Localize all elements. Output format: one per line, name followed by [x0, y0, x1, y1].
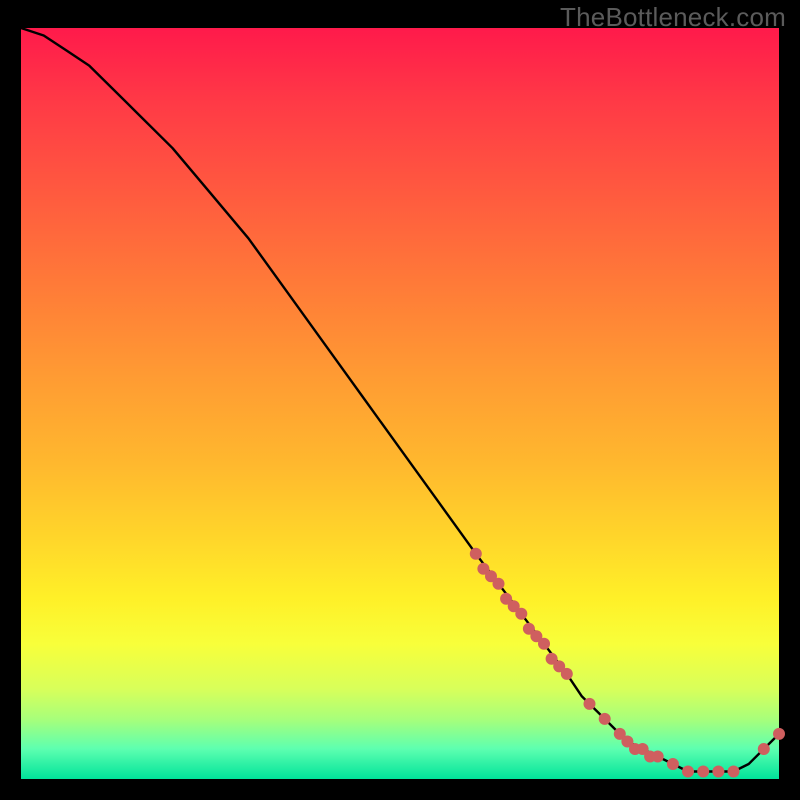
- chart-frame: TheBottleneck.com: [0, 0, 800, 800]
- data-point: [515, 608, 527, 620]
- plot-area: [21, 28, 779, 779]
- chart-svg: [21, 28, 779, 779]
- data-point: [758, 743, 770, 755]
- data-point: [667, 758, 679, 770]
- data-points-group: [470, 548, 785, 778]
- data-point: [584, 698, 596, 710]
- data-point: [712, 766, 724, 778]
- data-point: [697, 766, 709, 778]
- data-point: [599, 713, 611, 725]
- data-point: [561, 668, 573, 680]
- data-point: [728, 766, 740, 778]
- data-point: [652, 751, 664, 763]
- data-point: [773, 728, 785, 740]
- data-point: [470, 548, 482, 560]
- data-point: [682, 766, 694, 778]
- bottleneck-curve: [21, 28, 779, 772]
- data-point: [538, 638, 550, 650]
- data-point: [493, 578, 505, 590]
